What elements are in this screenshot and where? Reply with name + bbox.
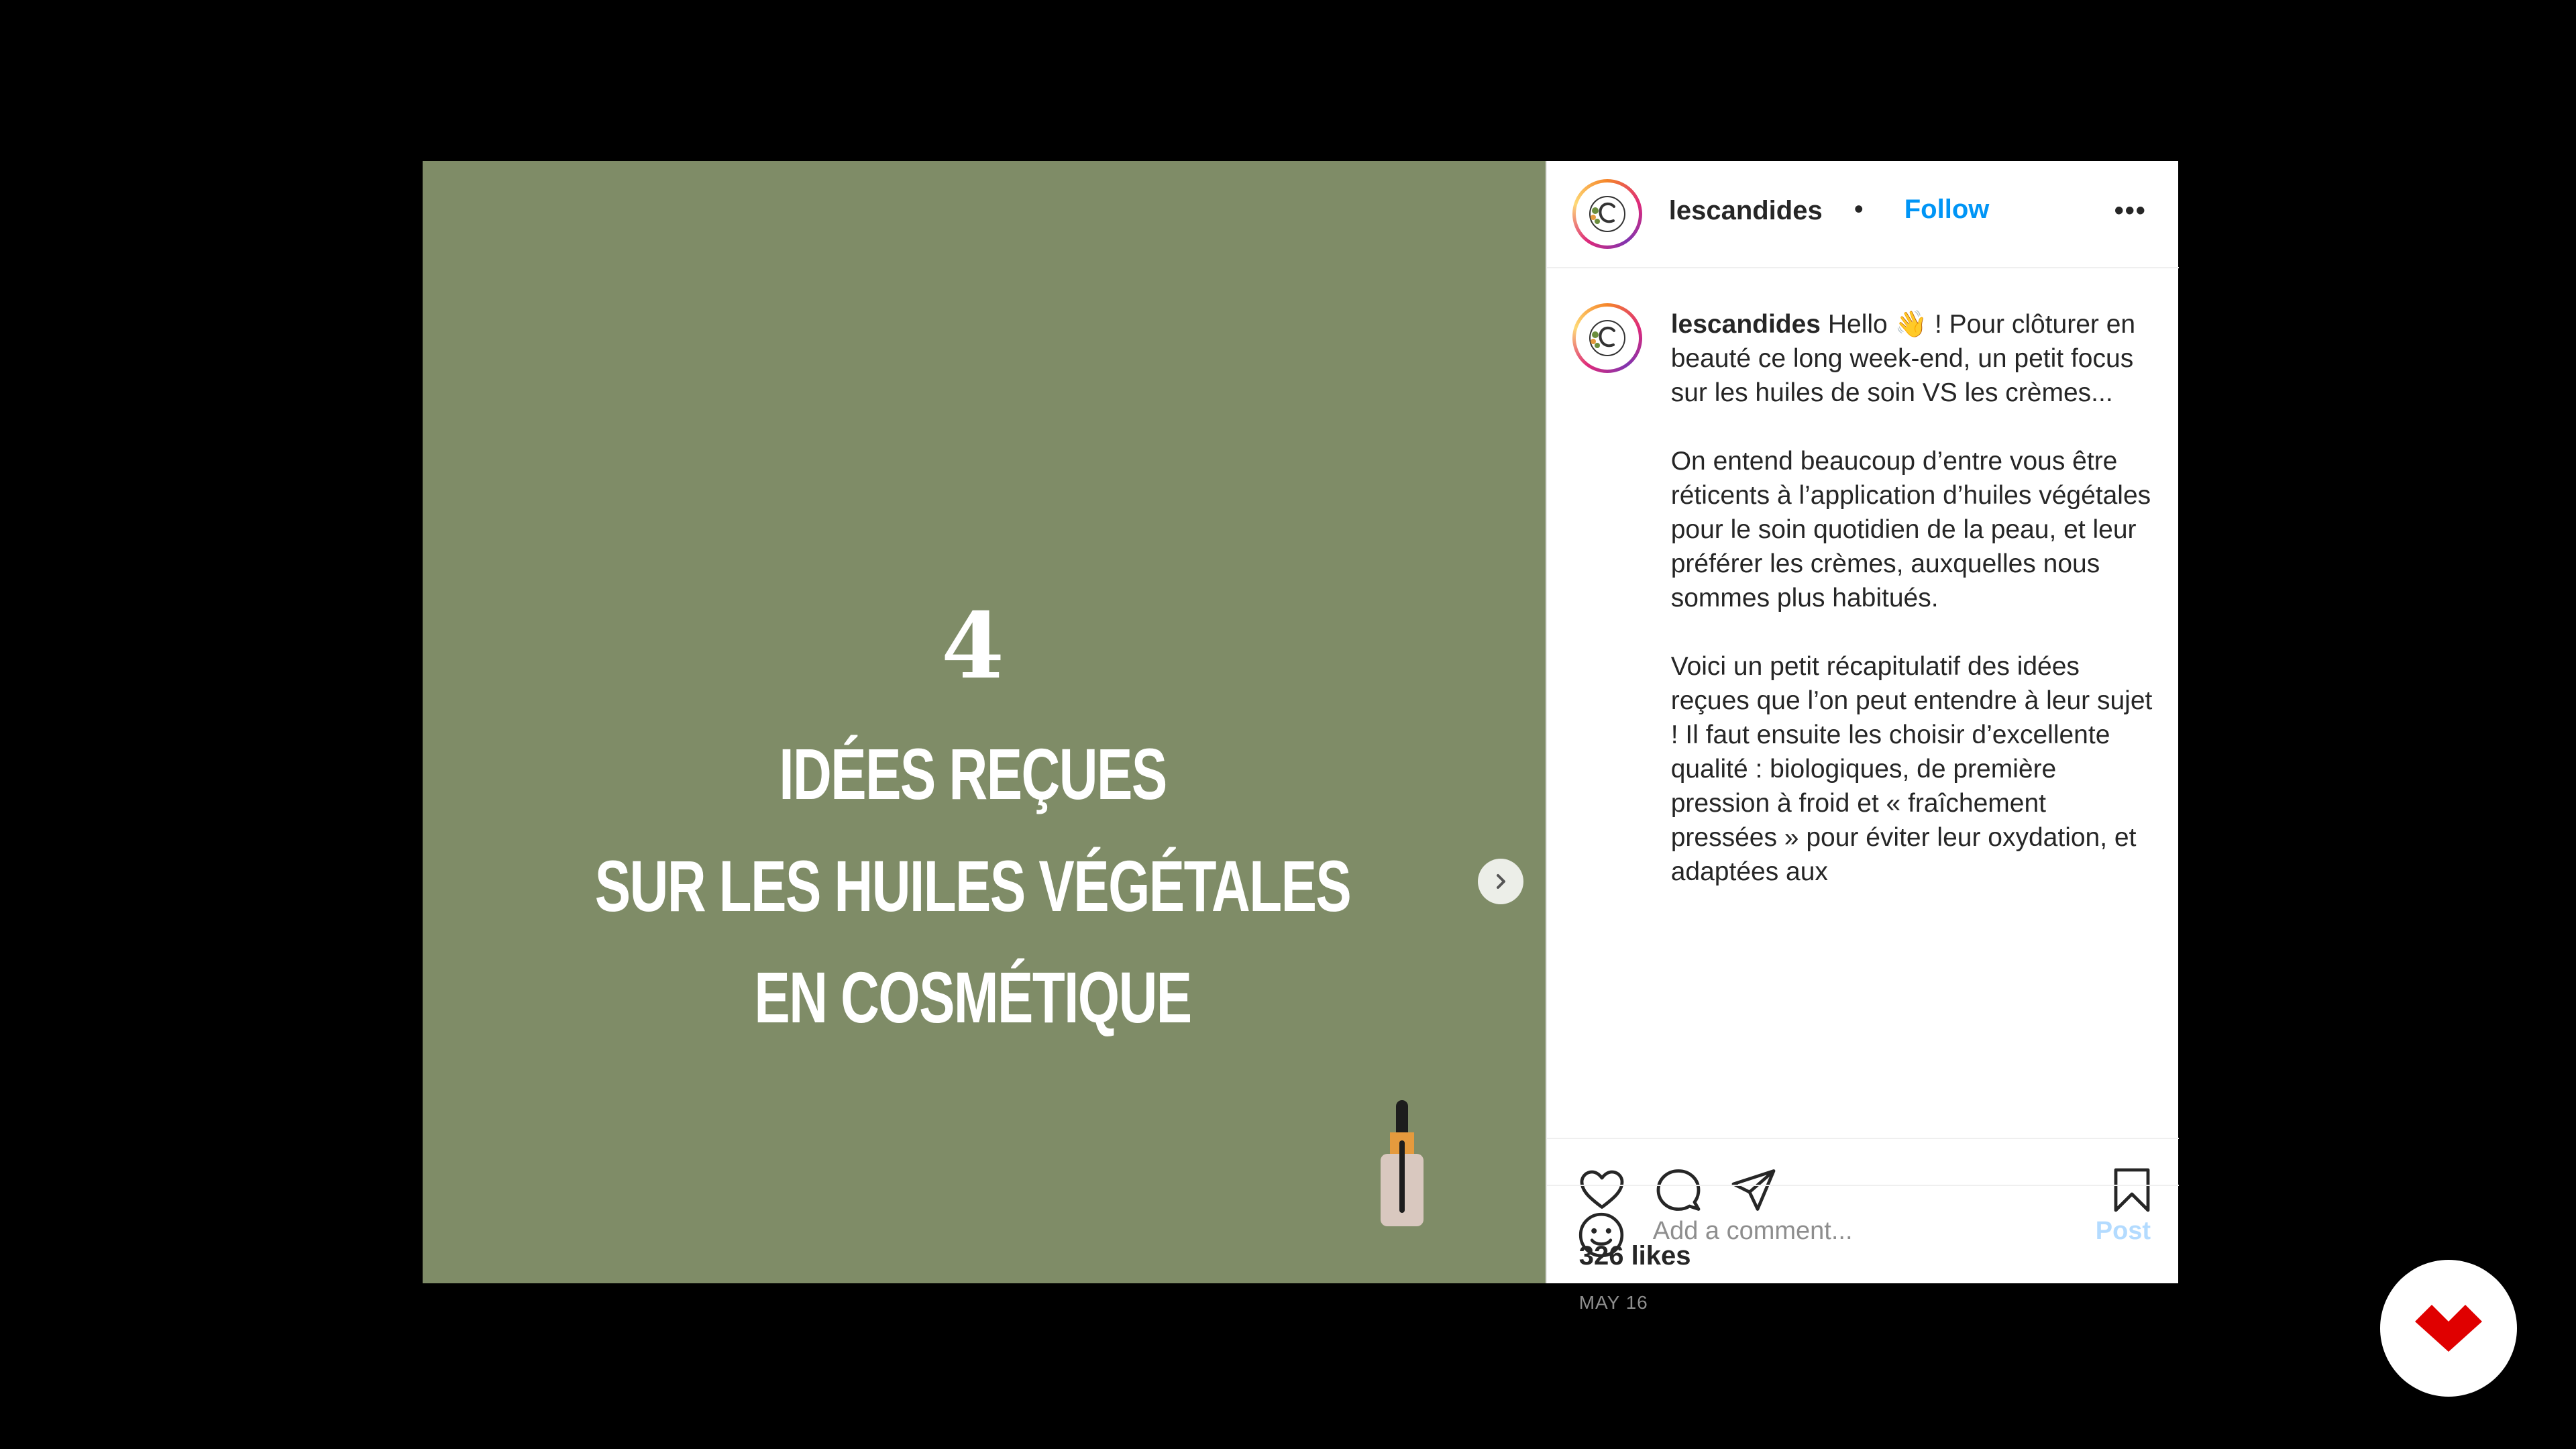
- smiley-icon[interactable]: [1576, 1210, 1626, 1260]
- caption-username[interactable]: lescandides: [1671, 310, 1821, 339]
- follow-button[interactable]: Follow: [1904, 195, 1990, 225]
- caption-text: lescandides Hello 👋 ! Pour clôturer en b…: [1671, 307, 2154, 923]
- header-username[interactable]: lescandides: [1669, 196, 1823, 226]
- channel-logo-badge: [2380, 1260, 2517, 1397]
- slide-number: 4: [941, 592, 1004, 699]
- post-media[interactable]: 4 IDÉES REÇUES SUR LES HUILES VÉGÉTALES …: [423, 161, 1546, 1283]
- brand-logo-icon: [2415, 1305, 2482, 1352]
- avatar[interactable]: [1572, 179, 1642, 249]
- chevron-right-icon: [1497, 874, 1505, 889]
- brand-logo-icon: [1589, 320, 1625, 356]
- slide-title-line-3: EN COSMÉTIQUE: [754, 957, 1192, 1038]
- caption-paragraph: On entend beaucoup d’entre vous être rét…: [1670, 447, 2151, 612]
- comment-input[interactable]: Add a comment...: [1653, 1217, 1853, 1246]
- instagram-post: 4 IDÉES REÇUES SUR LES HUILES VÉGÉTALES …: [423, 161, 2179, 1313]
- caption-paragraph: Voici un petit récapitulatif des idées r…: [1670, 652, 2153, 886]
- comment-bar: Add a comment... Post: [1546, 1185, 2179, 1285]
- next-slide-button[interactable]: [1478, 859, 1523, 904]
- slide-title-line-1: IDÉES REÇUES: [779, 733, 1167, 814]
- dropper-bottle-illustration: [1381, 1100, 1424, 1226]
- post-date[interactable]: MAY 16: [1579, 1292, 1648, 1313]
- post-sidebar: lescandides • Follow ••• lescandides Hel…: [1545, 161, 2179, 1313]
- brand-logo-icon: [1589, 196, 1625, 232]
- caption-area: lescandides Hello 👋 ! Pour clôturer en b…: [1547, 268, 2179, 1138]
- more-options-button[interactable]: •••: [2114, 196, 2147, 226]
- separator-dot: •: [1854, 195, 1864, 224]
- post-header: lescandides • Follow •••: [1546, 161, 2179, 268]
- avatar[interactable]: [1572, 303, 1642, 373]
- slide-title-line-2: SUR LES HUILES VÉGÉTALES: [594, 845, 1352, 926]
- post-comment-button[interactable]: Post: [2096, 1217, 2151, 1246]
